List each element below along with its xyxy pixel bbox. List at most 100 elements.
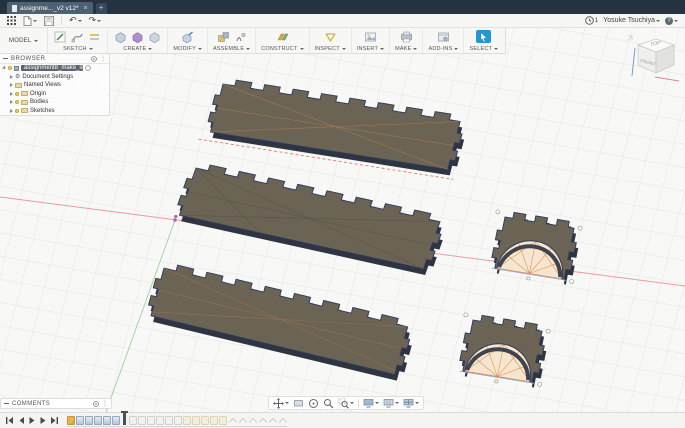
expand-caret-icon[interactable] bbox=[10, 74, 13, 79]
box-icon[interactable] bbox=[147, 30, 162, 43]
play-button[interactable] bbox=[28, 416, 36, 425]
group-label-insert[interactable]: INSERT bbox=[357, 46, 385, 52]
timeline-feature-sketch[interactable] bbox=[165, 416, 173, 425]
visibility-bulb-icon[interactable] bbox=[15, 108, 19, 113]
group-label-select[interactable]: SELECT bbox=[469, 46, 499, 52]
user-menu[interactable]: Yosuke Tsuchiya bbox=[603, 17, 660, 24]
timeline-feature-sketch[interactable] bbox=[147, 416, 155, 425]
visibility-bulb-icon[interactable] bbox=[15, 91, 19, 96]
timeline-feature-sketch[interactable] bbox=[156, 416, 164, 425]
new-tab-button[interactable]: + bbox=[95, 3, 107, 14]
root-component-name[interactable]: assignment8_make_somethin... bbox=[21, 65, 83, 72]
timeline-feature-sketch[interactable] bbox=[67, 416, 75, 425]
collapse-panel-icon[interactable] bbox=[3, 57, 8, 60]
insert-image-icon[interactable] bbox=[363, 30, 378, 43]
line-icon[interactable] bbox=[87, 30, 102, 43]
comments-target-icon[interactable] bbox=[93, 400, 99, 407]
look-at-button[interactable] bbox=[293, 398, 304, 408]
timeline-feature-chevron[interactable] bbox=[268, 416, 277, 425]
orbit-button[interactable] bbox=[308, 398, 319, 409]
expand-caret-icon[interactable] bbox=[10, 100, 13, 105]
timeline-feature-extrude[interactable] bbox=[103, 416, 111, 425]
app-grid-icon[interactable] bbox=[7, 16, 16, 25]
help-menu[interactable]: ? bbox=[665, 16, 678, 25]
new-component-icon[interactable] bbox=[216, 30, 231, 43]
timeline-feature-box[interactable] bbox=[192, 416, 200, 425]
timeline-feature-extrude[interactable] bbox=[94, 416, 102, 425]
new-body-icon[interactable] bbox=[113, 30, 128, 43]
timeline-feature-box[interactable] bbox=[219, 416, 227, 425]
expand-caret-icon[interactable] bbox=[2, 65, 7, 71]
group-label-inspect[interactable]: INSPECT bbox=[315, 46, 346, 52]
primitive-icon[interactable] bbox=[130, 30, 145, 43]
timeline-feature-sketch[interactable] bbox=[129, 416, 137, 425]
redo-button[interactable]: ↷ bbox=[89, 16, 102, 25]
group-label-assemble[interactable]: ASSEMBLE bbox=[213, 46, 251, 52]
group-label-sketch[interactable]: SKETCH bbox=[63, 46, 93, 52]
timeline-feature-chevron[interactable] bbox=[258, 416, 267, 425]
file-menu-button[interactable] bbox=[23, 15, 37, 26]
timeline-feature-chevron[interactable] bbox=[248, 416, 257, 425]
spline-icon[interactable] bbox=[70, 30, 85, 43]
browser-item-named-views[interactable]: Named Views bbox=[0, 81, 109, 90]
job-status-button[interactable]: 1 bbox=[584, 16, 598, 25]
go-to-end-button[interactable] bbox=[50, 416, 59, 425]
group-label-addins[interactable]: ADD-INS bbox=[428, 46, 459, 52]
zoom-button[interactable] bbox=[323, 398, 334, 409]
timeline-feature-sketch[interactable] bbox=[138, 416, 146, 425]
expand-caret-icon[interactable] bbox=[10, 83, 13, 88]
display-settings-button[interactable] bbox=[363, 398, 379, 408]
timeline-feature-chevron[interactable] bbox=[238, 416, 247, 425]
browser-item-bodies[interactable]: Bodies bbox=[0, 98, 109, 107]
timeline-feature-box[interactable] bbox=[183, 416, 191, 425]
visibility-bulb-icon[interactable] bbox=[15, 100, 19, 105]
timeline-feature-extrude[interactable] bbox=[76, 416, 84, 425]
group-label-construct[interactable]: CONSTRUCT bbox=[261, 46, 304, 52]
step-back-button[interactable] bbox=[17, 416, 25, 425]
document-tab[interactable]: assignme..._v2 v12* × bbox=[7, 2, 93, 14]
canvas-3d-viewport[interactable]: MODEL SKETCH CREATE MODIFY ASSEMBLE CONS… bbox=[0, 28, 685, 412]
viewports-button[interactable] bbox=[403, 398, 419, 408]
comments-bar[interactable]: COMMENTS ⋮ bbox=[0, 398, 112, 409]
timeline-marker[interactable] bbox=[121, 411, 128, 425]
browser-item-sketches[interactable]: Sketches bbox=[0, 107, 109, 116]
timeline-feature-chevron[interactable] bbox=[278, 416, 287, 425]
create-sketch-icon[interactable] bbox=[53, 30, 68, 43]
joint-icon[interactable] bbox=[233, 30, 248, 43]
group-label-make[interactable]: MAKE bbox=[395, 46, 418, 52]
group-label-modify[interactable]: MODIFY bbox=[173, 46, 202, 52]
select-icon[interactable] bbox=[476, 30, 492, 43]
save-button[interactable] bbox=[44, 15, 54, 26]
workspace-switcher[interactable]: MODEL bbox=[0, 28, 49, 53]
collapse-panel-icon[interactable] bbox=[4, 402, 9, 405]
timeline-feature-extrude[interactable] bbox=[85, 416, 93, 425]
addins-icon[interactable] bbox=[436, 30, 451, 43]
timeline-feature-sketch[interactable] bbox=[174, 416, 182, 425]
press-pull-icon[interactable] bbox=[180, 30, 195, 43]
zoom-window-button[interactable] bbox=[338, 397, 354, 409]
grid-snaps-button[interactable] bbox=[383, 398, 399, 408]
group-label-create[interactable]: CREATE bbox=[123, 46, 153, 52]
measure-icon[interactable] bbox=[323, 30, 338, 43]
timeline-feature-box[interactable] bbox=[201, 416, 209, 425]
timeline-feature-box[interactable] bbox=[210, 416, 218, 425]
panel-menu-icon[interactable]: ⋮ bbox=[100, 56, 106, 62]
undo-button[interactable]: ↶ bbox=[69, 16, 82, 25]
view-cube[interactable]: TOP FRONT bbox=[625, 30, 683, 86]
expand-caret-icon[interactable] bbox=[10, 108, 13, 113]
timeline-feature-chevron[interactable] bbox=[228, 416, 237, 425]
radio-icon[interactable] bbox=[85, 65, 91, 72]
pan-button[interactable] bbox=[272, 397, 289, 409]
close-tab-icon[interactable]: × bbox=[84, 5, 88, 12]
browser-item-origin[interactable]: Origin bbox=[0, 90, 109, 99]
expand-caret-icon[interactable] bbox=[10, 91, 13, 96]
browser-root-row[interactable]: assignment8_make_somethin... bbox=[0, 64, 109, 73]
3d-print-icon[interactable] bbox=[399, 30, 414, 43]
step-forward-button[interactable] bbox=[39, 416, 47, 425]
visibility-bulb-icon[interactable] bbox=[8, 66, 12, 71]
browser-item-document-settings[interactable]: ⚙ Document Settings bbox=[0, 73, 109, 82]
construction-plane-icon[interactable] bbox=[275, 30, 290, 43]
panel-menu-icon[interactable]: ⋮ bbox=[102, 401, 108, 407]
timeline-feature-extrude[interactable] bbox=[112, 416, 120, 425]
display-mode-icon[interactable] bbox=[91, 55, 97, 62]
